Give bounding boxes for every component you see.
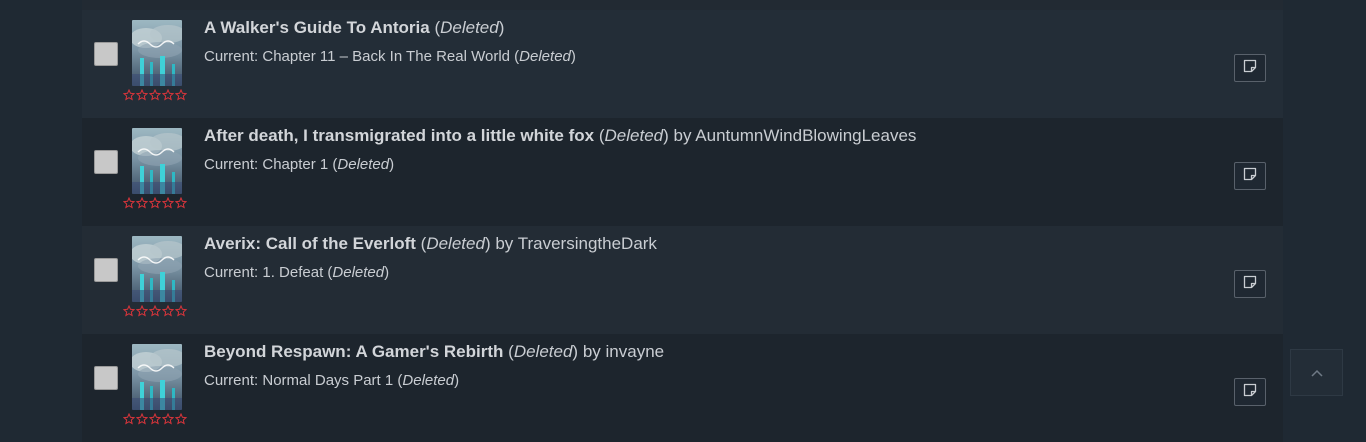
story-title-link[interactable]: Beyond Respawn: A Gamer's Rebirth — [204, 342, 503, 361]
title-line: Averix: Call of the Everloft (Deleted) b… — [204, 234, 657, 253]
cover-image[interactable] — [132, 236, 182, 302]
title-line: A Walker's Guide To Antoria (Deleted) — [204, 18, 505, 37]
current-label: Current: — [204, 48, 263, 65]
current-chapter-line: Current: Chapter 11 – Back In The Real W… — [204, 48, 576, 65]
chapter-status-label: Deleted — [519, 48, 571, 65]
story-title-link[interactable]: Averix: Call of the Everloft — [204, 234, 416, 253]
title-line: After death, I transmigrated into a litt… — [204, 126, 917, 145]
current-chapter-line: Current: Normal Days Part 1 (Deleted) — [204, 372, 460, 389]
star-outline-icon — [175, 197, 187, 209]
select-checkbox[interactable] — [94, 258, 118, 282]
rating-stars — [123, 197, 187, 211]
list-item: A Walker's Guide To Antoria (Deleted) Cu… — [82, 10, 1283, 118]
chapter-link[interactable]: Normal Days Part 1 — [262, 372, 393, 389]
note-button[interactable] — [1234, 378, 1266, 406]
author-link[interactable]: TraversingtheDark — [518, 234, 657, 253]
star-outline-icon — [149, 89, 161, 101]
star-outline-icon — [123, 197, 135, 209]
status-label: Deleted — [513, 342, 573, 361]
chapter-status-label: Deleted — [402, 372, 455, 389]
star-outline-icon — [149, 197, 161, 209]
chapter-link[interactable]: 1. Defeat — [262, 264, 323, 281]
list-item: After death, I transmigrated into a litt… — [82, 118, 1283, 226]
chapter-status-label: Deleted — [332, 264, 385, 281]
select-checkbox[interactable] — [94, 366, 118, 390]
chapter-link[interactable]: Chapter 1 — [262, 156, 328, 173]
current-label: Current: — [204, 372, 263, 389]
note-icon — [1243, 59, 1257, 78]
star-outline-icon — [175, 305, 187, 317]
by-label: by — [673, 126, 692, 145]
star-outline-icon — [123, 305, 135, 317]
rating-stars — [123, 305, 187, 319]
current-label: Current: — [204, 156, 263, 173]
star-outline-icon — [136, 305, 148, 317]
note-icon — [1243, 383, 1257, 402]
note-icon — [1243, 275, 1257, 294]
chevron-up-icon — [1310, 369, 1323, 377]
list-item: Beyond Respawn: A Gamer's Rebirth (Delet… — [82, 334, 1283, 442]
note-button[interactable] — [1234, 54, 1266, 82]
previous-row-edge — [82, 0, 1283, 10]
cover-image[interactable] — [132, 20, 182, 86]
by-label: by — [582, 342, 601, 361]
current-label: Current: — [204, 264, 263, 281]
story-title-link[interactable]: A Walker's Guide To Antoria — [204, 18, 430, 37]
select-checkbox[interactable] — [94, 42, 118, 66]
star-outline-icon — [162, 197, 174, 209]
scroll-to-top-button[interactable] — [1290, 349, 1343, 396]
cover-image[interactable] — [132, 128, 182, 194]
current-chapter-line: Current: Chapter 1 (Deleted) — [204, 156, 395, 173]
cover-image[interactable] — [132, 344, 182, 410]
list-item: Averix: Call of the Everloft (Deleted) b… — [82, 226, 1283, 334]
chapter-link[interactable]: Chapter 11 – Back In The Real World — [262, 48, 510, 65]
note-button[interactable] — [1234, 162, 1266, 190]
note-button[interactable] — [1234, 270, 1266, 298]
rating-stars — [123, 413, 187, 427]
star-outline-icon — [162, 305, 174, 317]
by-label: by — [495, 234, 514, 253]
status-label: Deleted — [440, 18, 499, 37]
star-outline-icon — [136, 89, 148, 101]
author-link[interactable]: invayne — [606, 342, 665, 361]
current-chapter-line: Current: 1. Defeat (Deleted) — [204, 264, 390, 281]
star-outline-icon — [149, 305, 161, 317]
rating-stars — [123, 89, 187, 103]
status-label: Deleted — [604, 126, 664, 145]
note-icon — [1243, 167, 1257, 186]
star-outline-icon — [162, 89, 174, 101]
status-label: Deleted — [426, 234, 485, 253]
star-outline-icon — [175, 89, 187, 101]
story-title-link[interactable]: After death, I transmigrated into a litt… — [204, 126, 594, 145]
follow-list: A Walker's Guide To Antoria (Deleted) Cu… — [82, 0, 1283, 442]
select-checkbox[interactable] — [94, 150, 118, 174]
author-link[interactable]: AuntumnWindBlowingLeaves — [695, 126, 916, 145]
title-line: Beyond Respawn: A Gamer's Rebirth (Delet… — [204, 342, 665, 361]
star-outline-icon — [136, 197, 148, 209]
star-outline-icon — [123, 89, 135, 101]
chapter-status-label: Deleted — [337, 156, 390, 173]
